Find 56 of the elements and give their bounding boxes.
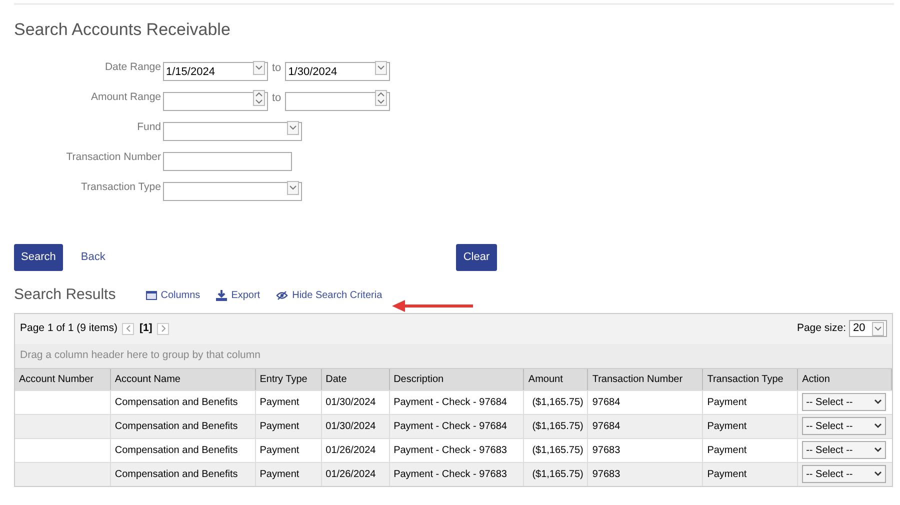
date-field[interactable]: 1/30/2024: [285, 62, 390, 81]
table-cell: 97683: [588, 462, 704, 486]
amount-field[interactable]: [163, 92, 268, 111]
spinner-icon[interactable]: [253, 90, 265, 106]
table-icon: [146, 291, 157, 300]
range-separator: to: [271, 90, 282, 106]
clear-button[interactable]: Clear: [456, 244, 497, 270]
dropdown-caret-icon[interactable]: [375, 61, 388, 75]
chevron-down-icon: [874, 399, 882, 405]
table-cell: Payment: [703, 462, 798, 486]
action-select[interactable]: -- Select --: [802, 393, 886, 411]
group-panel: Drag a column header here to group by that column: [15, 344, 892, 368]
page-size-select[interactable]: 20: [849, 320, 887, 337]
dropdown-caret-icon[interactable]: [253, 61, 265, 75]
chevron-right-icon: [160, 325, 166, 332]
toolbar-link[interactable]: Hide Search Criteria: [276, 288, 382, 303]
chevron-down-icon: [874, 423, 882, 429]
field-label: Fund: [136, 120, 162, 136]
toolbar-link[interactable]: Columns: [146, 288, 200, 303]
spinner-icon[interactable]: [375, 90, 388, 106]
range-separator: to: [271, 60, 282, 76]
page-title: Search Accounts Receivable: [14, 19, 232, 41]
chevron-down-icon: [874, 447, 882, 453]
date-field[interactable]: 1/15/2024: [163, 62, 268, 81]
field-label: Transaction Type: [80, 180, 162, 196]
eye-slash-icon: [276, 291, 288, 300]
action-select[interactable]: -- Select --: [802, 417, 886, 435]
field-label: Date Range: [104, 60, 162, 76]
page-size-label: Page size:: [796, 320, 846, 336]
select-field[interactable]: [163, 182, 302, 201]
table-cell: Payment: [256, 462, 322, 486]
current-page: [1]: [139, 320, 152, 336]
table-cell: 01/26/2024: [322, 462, 390, 486]
field-label: Amount Range: [90, 90, 162, 106]
dropdown-caret-icon[interactable]: [872, 322, 884, 336]
action-select[interactable]: -- Select --: [802, 465, 886, 483]
back-link[interactable]: Back: [80, 248, 106, 266]
action-select[interactable]: -- Select --: [802, 441, 886, 459]
amount-field[interactable]: [285, 92, 390, 111]
table-cell: Payment - Check - 97683: [390, 462, 524, 486]
prev-page-button[interactable]: [122, 322, 134, 334]
download-icon: [216, 290, 228, 301]
next-page-button[interactable]: [157, 322, 170, 334]
dropdown-caret-icon[interactable]: [287, 121, 299, 135]
pager-summary: Page 1 of 1 (9 items): [20, 320, 118, 336]
table-cell: Compensation and Benefits: [110, 462, 256, 486]
chevron-down-icon: [874, 471, 882, 477]
text-field[interactable]: [163, 152, 292, 171]
chevron-left-icon: [126, 325, 131, 332]
dropdown-caret-icon[interactable]: [287, 181, 299, 195]
field-label: Transaction Number: [65, 150, 162, 166]
section-title: Search Results: [14, 285, 116, 306]
select-field[interactable]: [163, 122, 302, 141]
table-cell: ($1,165.75): [524, 462, 588, 486]
search-button[interactable]: Search: [14, 244, 63, 270]
toolbar-link[interactable]: Export: [216, 288, 260, 303]
